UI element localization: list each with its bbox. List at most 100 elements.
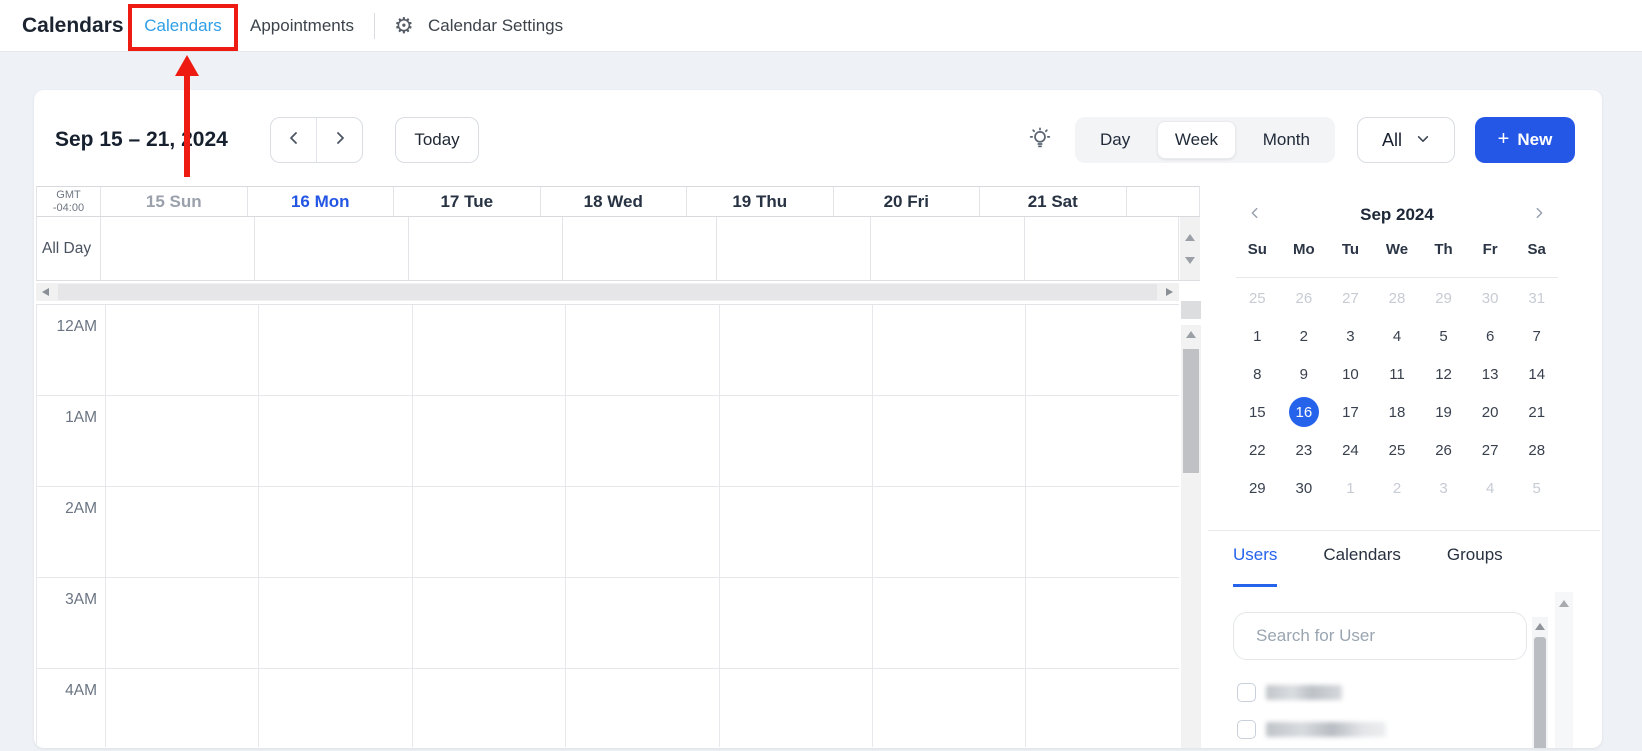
mini-day[interactable]: 15 — [1242, 397, 1272, 427]
calendar-settings-button[interactable]: Calendar Settings — [428, 0, 563, 52]
sidebar-tab-users[interactable]: Users — [1233, 545, 1277, 587]
mini-day[interactable]: 29 — [1242, 473, 1272, 503]
mini-day[interactable]: 24 — [1335, 435, 1365, 465]
calendar-filter-dropdown[interactable]: All — [1357, 117, 1455, 163]
day-header-thu[interactable]: 19 Thu — [687, 187, 834, 216]
time-slot-cell[interactable] — [259, 305, 412, 395]
time-slot-cell[interactable] — [566, 396, 719, 486]
scroll-up-icon[interactable] — [1559, 600, 1569, 607]
mini-day[interactable]: 4 — [1475, 473, 1505, 503]
time-slot-cell[interactable] — [873, 578, 1026, 668]
time-slot-cell[interactable] — [1026, 578, 1179, 668]
scroll-down-icon[interactable] — [1185, 257, 1195, 264]
time-slot-cell[interactable] — [720, 487, 873, 577]
next-week-button[interactable] — [317, 118, 362, 162]
all-day-cell[interactable] — [871, 217, 1025, 280]
mini-day[interactable]: 5 — [1429, 321, 1459, 351]
day-header-sun[interactable]: 15 Sun — [101, 187, 248, 216]
time-slot-cell[interactable] — [106, 487, 259, 577]
all-day-cell[interactable] — [409, 217, 563, 280]
sidebar-scrollbar[interactable] — [1555, 592, 1573, 748]
scroll-up-icon[interactable] — [1535, 623, 1545, 630]
mini-day[interactable]: 17 — [1335, 397, 1365, 427]
mini-day[interactable]: 26 — [1429, 435, 1459, 465]
scroll-right-icon[interactable] — [1166, 288, 1173, 296]
mini-day[interactable]: 26 — [1289, 283, 1319, 313]
all-day-scrollbar[interactable] — [1180, 217, 1200, 280]
mini-day[interactable]: 2 — [1382, 473, 1412, 503]
mini-next-button[interactable] — [1532, 206, 1546, 225]
time-slot-cell[interactable] — [720, 669, 873, 747]
vertical-scrollbar[interactable] — [1181, 325, 1201, 748]
vertical-scrollbar-thumb[interactable] — [1183, 349, 1199, 473]
user-list-scrollbar[interactable] — [1532, 617, 1548, 748]
mini-day[interactable]: 31 — [1522, 283, 1552, 313]
day-header-tue[interactable]: 17 Tue — [394, 187, 541, 216]
time-slot-cell[interactable] — [106, 578, 259, 668]
lightbulb-icon[interactable] — [1027, 126, 1053, 152]
mini-day[interactable]: 4 — [1382, 321, 1412, 351]
mini-day[interactable]: 18 — [1382, 397, 1412, 427]
time-slot-cell[interactable] — [106, 305, 259, 395]
day-header-fri[interactable]: 20 Fri — [834, 187, 981, 216]
prev-week-button[interactable] — [271, 118, 317, 162]
mini-day-selected[interactable]: 16 — [1289, 397, 1319, 427]
time-slot-cell[interactable] — [1026, 669, 1179, 747]
time-slot-cell[interactable] — [413, 669, 566, 747]
mini-day[interactable]: 29 — [1429, 283, 1459, 313]
mini-day[interactable]: 19 — [1429, 397, 1459, 427]
time-slot-cell[interactable] — [720, 305, 873, 395]
time-slot-cell[interactable] — [720, 578, 873, 668]
new-event-button[interactable]: + New — [1475, 117, 1575, 163]
mini-day[interactable]: 21 — [1522, 397, 1552, 427]
mini-day[interactable]: 2 — [1289, 321, 1319, 351]
mini-day[interactable]: 9 — [1289, 359, 1319, 389]
sidebar-tab-calendars[interactable]: Calendars — [1323, 545, 1401, 587]
time-slot-cell[interactable] — [259, 578, 412, 668]
checkbox-unchecked[interactable] — [1237, 683, 1256, 702]
time-slot-cell[interactable] — [873, 305, 1026, 395]
all-day-cell[interactable] — [563, 217, 717, 280]
time-slot-cell[interactable] — [106, 669, 259, 747]
mini-day[interactable]: 28 — [1382, 283, 1412, 313]
time-slot-cell[interactable] — [873, 487, 1026, 577]
mini-day[interactable]: 11 — [1382, 359, 1412, 389]
mini-day[interactable]: 8 — [1242, 359, 1272, 389]
horizontal-scrollbar[interactable] — [36, 283, 1179, 301]
mini-day[interactable]: 27 — [1475, 435, 1505, 465]
time-slot-cell[interactable] — [413, 578, 566, 668]
mini-prev-button[interactable] — [1248, 206, 1262, 225]
mini-day[interactable]: 23 — [1289, 435, 1319, 465]
time-slot-cell[interactable] — [566, 669, 719, 747]
mini-day[interactable]: 22 — [1242, 435, 1272, 465]
mini-day[interactable]: 25 — [1242, 283, 1272, 313]
mini-day[interactable]: 7 — [1522, 321, 1552, 351]
tab-appointments[interactable]: Appointments — [250, 0, 354, 52]
all-day-cell[interactable] — [101, 217, 255, 280]
mini-day[interactable]: 3 — [1429, 473, 1459, 503]
all-day-cell[interactable] — [255, 217, 409, 280]
day-header-wed[interactable]: 18 Wed — [541, 187, 688, 216]
time-slot-cell[interactable] — [259, 487, 412, 577]
mini-day[interactable]: 1 — [1335, 473, 1365, 503]
time-slot-cell[interactable] — [873, 669, 1026, 747]
mini-day[interactable]: 12 — [1429, 359, 1459, 389]
mini-day[interactable]: 20 — [1475, 397, 1505, 427]
scroll-up-icon[interactable] — [1185, 234, 1195, 241]
mini-day[interactable]: 14 — [1522, 359, 1552, 389]
mini-day[interactable]: 25 — [1382, 435, 1412, 465]
all-day-cell[interactable] — [717, 217, 871, 280]
time-slot-cell[interactable] — [566, 578, 719, 668]
mini-day[interactable]: 13 — [1475, 359, 1505, 389]
mini-day[interactable]: 27 — [1335, 283, 1365, 313]
time-slot-cell[interactable] — [413, 305, 566, 395]
gear-icon[interactable]: ⚙ — [394, 0, 414, 52]
day-header-sat[interactable]: 21 Sat — [980, 187, 1127, 216]
time-slot-cell[interactable] — [413, 396, 566, 486]
all-day-cell[interactable] — [1025, 217, 1179, 280]
time-slot-cell[interactable] — [566, 487, 719, 577]
sidebar-tab-groups[interactable]: Groups — [1447, 545, 1503, 587]
mini-day[interactable]: 10 — [1335, 359, 1365, 389]
mini-day[interactable]: 28 — [1522, 435, 1552, 465]
view-month-button[interactable]: Month — [1246, 121, 1327, 159]
